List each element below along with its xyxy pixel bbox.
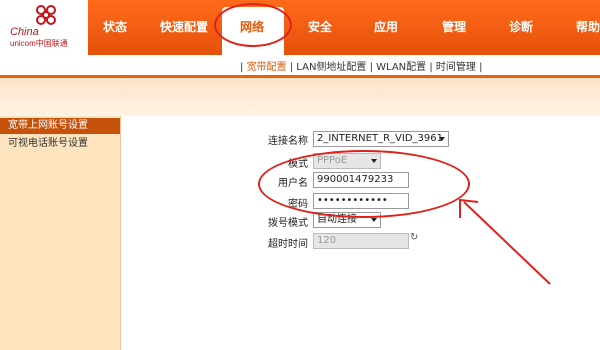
chevron-down-icon (439, 137, 445, 141)
top-header: China unicom中国联通 状态 快速配置 网络 安全 应用 管理 诊断 … (0, 0, 600, 55)
dial-mode-label: 拨号模式 (268, 218, 308, 229)
connection-name-label: 连接名称 (268, 136, 308, 147)
decorative-band (0, 78, 600, 116)
sub-navigation: | 宽带配置 | LAN侧地址配置 | WLAN配置 | 时间管理 | (0, 55, 600, 78)
nav-applications[interactable]: 应用 (374, 18, 398, 35)
connection-name-select[interactable]: 2_INTERNET_R_VID_3961 (313, 131, 449, 147)
sidebar: 宽带上网账号设置 可视电话账号设置 (0, 116, 121, 350)
timeout-label: 超时时间 (268, 239, 308, 250)
subnav-broadband[interactable]: 宽带配置 (247, 62, 287, 73)
subnav-time[interactable]: 时间管理 (436, 62, 476, 73)
highlight-circle-credentials (258, 150, 470, 218)
nav-diagnostics[interactable]: 诊断 (509, 18, 533, 35)
logo-text-unicom: unicom中国联通 (10, 39, 68, 48)
refresh-icon[interactable]: ↻ (410, 232, 418, 243)
unicom-knot-icon (36, 5, 56, 25)
nav-security[interactable]: 安全 (308, 18, 332, 35)
nav-quick-setup[interactable]: 快速配置 (160, 18, 208, 35)
sidebar-item-broadband-account[interactable]: 宽带上网账号设置 (0, 118, 120, 134)
timeout-input[interactable]: 120 (313, 233, 409, 249)
highlight-circle-nav (214, 3, 292, 47)
connection-name-value: 2_INTERNET_R_VID_3961 (317, 133, 443, 144)
nav-management[interactable]: 管理 (442, 18, 466, 35)
subnav-links: | 宽带配置 | LAN侧地址配置 | WLAN配置 | 时间管理 | (240, 62, 483, 73)
subnav-lan[interactable]: LAN侧地址配置 (296, 62, 366, 73)
red-arrow-annotation (459, 198, 551, 285)
sidebar-item-videophone-account[interactable]: 可视电话账号设置 (0, 136, 120, 152)
chevron-down-icon (371, 218, 377, 222)
logo-text-china: China (10, 26, 39, 38)
logo: China unicom中国联通 (0, 0, 88, 55)
nav-status[interactable]: 状态 (103, 18, 127, 35)
nav-help[interactable]: 帮助 (576, 18, 600, 35)
subnav-wlan[interactable]: WLAN配置 (376, 62, 426, 73)
